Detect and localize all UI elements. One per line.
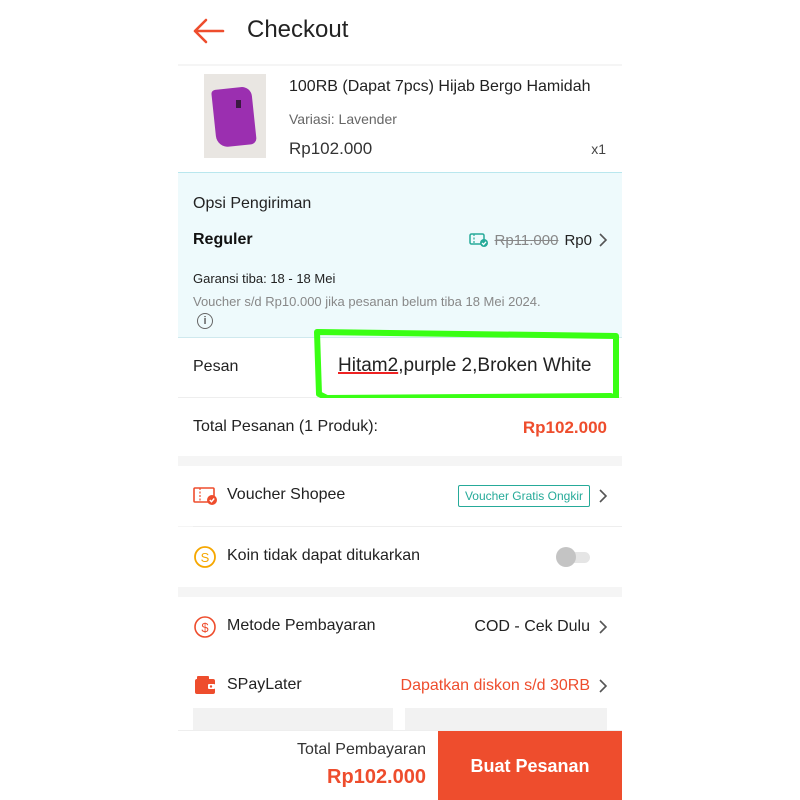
checkout-content: 100RB (Dapat 7pcs) Hijab Bergo Hamidah V… [178,64,622,730]
delivery-guarantee: Garansi tiba: 18 - 18 Mei [193,271,336,286]
payment-method-value: COD - Cek Dulu [474,618,590,635]
dollar-circle-icon: $ [193,615,217,639]
coin-icon: S [193,545,217,569]
shipping-price-selector[interactable]: Rp11.000 Rp0 [468,229,608,251]
shipping-type: Reguler [193,231,253,248]
installment-options-partial [178,706,622,730]
order-total-row: Total Pesanan (1 Produk): Rp102.000 [178,398,622,456]
product-card[interactable]: 100RB (Dapat 7pcs) Hijab Bergo Hamidah V… [178,66,622,172]
checkout-footer: Total Pembayaran Rp102.000 Buat Pesanan [178,730,622,800]
info-icon[interactable]: i [197,313,213,329]
product-image [204,74,266,158]
wallet-icon [193,674,217,698]
payment-method-selector[interactable]: COD - Cek Dulu [474,615,608,639]
voucher-label: Voucher Shopee [227,486,346,503]
message-row: Pesan Hitam2,purple 2,Broken White [178,329,622,405]
voucher-icon [193,484,217,508]
installment-card[interactable] [405,708,607,730]
chevron-right-icon [598,678,608,694]
place-order-button[interactable]: Buat Pesanan [438,731,622,800]
late-delivery-voucher-note: Voucher s/d Rp10.000 jika pesanan belum … [193,294,541,309]
header-bar: Checkout [178,0,622,64]
shipping-title: Opsi Pengiriman [193,195,312,212]
chevron-right-icon [598,488,608,504]
toggle-knob [556,547,576,567]
spaylater-selector[interactable]: Dapatkan diskon s/d 30RB [401,674,608,698]
payment-method-label: Metode Pembayaran [227,617,376,634]
coins-label: Koin tidak dapat ditukarkan [227,547,421,564]
message-input[interactable]: Hitam2,purple 2,Broken White [338,355,591,377]
shipping-old-price: Rp11.000 [494,231,559,249]
voucher-selector[interactable]: Voucher Gratis Ongkir [457,484,608,508]
product-price: Rp102.000 [289,139,373,158]
product-quantity: x1 [591,141,606,157]
total-payment-value: Rp102.000 [327,766,426,788]
order-total-value: Rp102.000 [522,418,607,437]
message-text-misspelled: Hitam2 [338,355,399,376]
back-arrow-icon[interactable] [192,16,226,46]
spaylater-promo: Dapatkan diskon s/d 30RB [400,677,590,694]
order-total-label: Total Pesanan (1 Produk): [193,418,378,435]
product-photo-cloth [211,86,257,148]
spaylater-label: SPayLater [227,676,302,693]
shipping-new-price: Rp0 [564,231,592,249]
coins-row: S Koin tidak dapat ditukarkan [178,527,622,587]
payment-method-row[interactable]: $ Metode Pembayaran COD - Cek Dulu [178,597,622,657]
voucher-shopee-row[interactable]: Voucher Shopee Voucher Gratis Ongkir [178,466,622,526]
product-name: 100RB (Dapat 7pcs) Hijab Bergo Hamidah [289,78,591,95]
free-shipping-voucher-badge: Voucher Gratis Ongkir [457,485,590,507]
free-shipping-voucher-icon [468,232,489,248]
product-variant: Variasi: Lavender [289,111,397,127]
coins-toggle[interactable] [556,547,592,567]
total-payment-label: Total Pembayaran [297,741,426,758]
message-label: Pesan [193,358,239,375]
shipping-options[interactable]: Opsi Pengiriman Reguler Rp11.000 Rp0 Gar… [178,172,622,338]
chevron-right-icon [598,619,608,635]
product-photo-tag [236,100,241,108]
svg-text:$: $ [201,620,209,635]
chevron-right-icon [598,232,608,248]
message-text: ,purple 2,Broken White [398,355,592,376]
svg-text:S: S [201,550,210,565]
installment-card[interactable] [193,708,393,730]
page-title: Checkout [247,16,349,43]
